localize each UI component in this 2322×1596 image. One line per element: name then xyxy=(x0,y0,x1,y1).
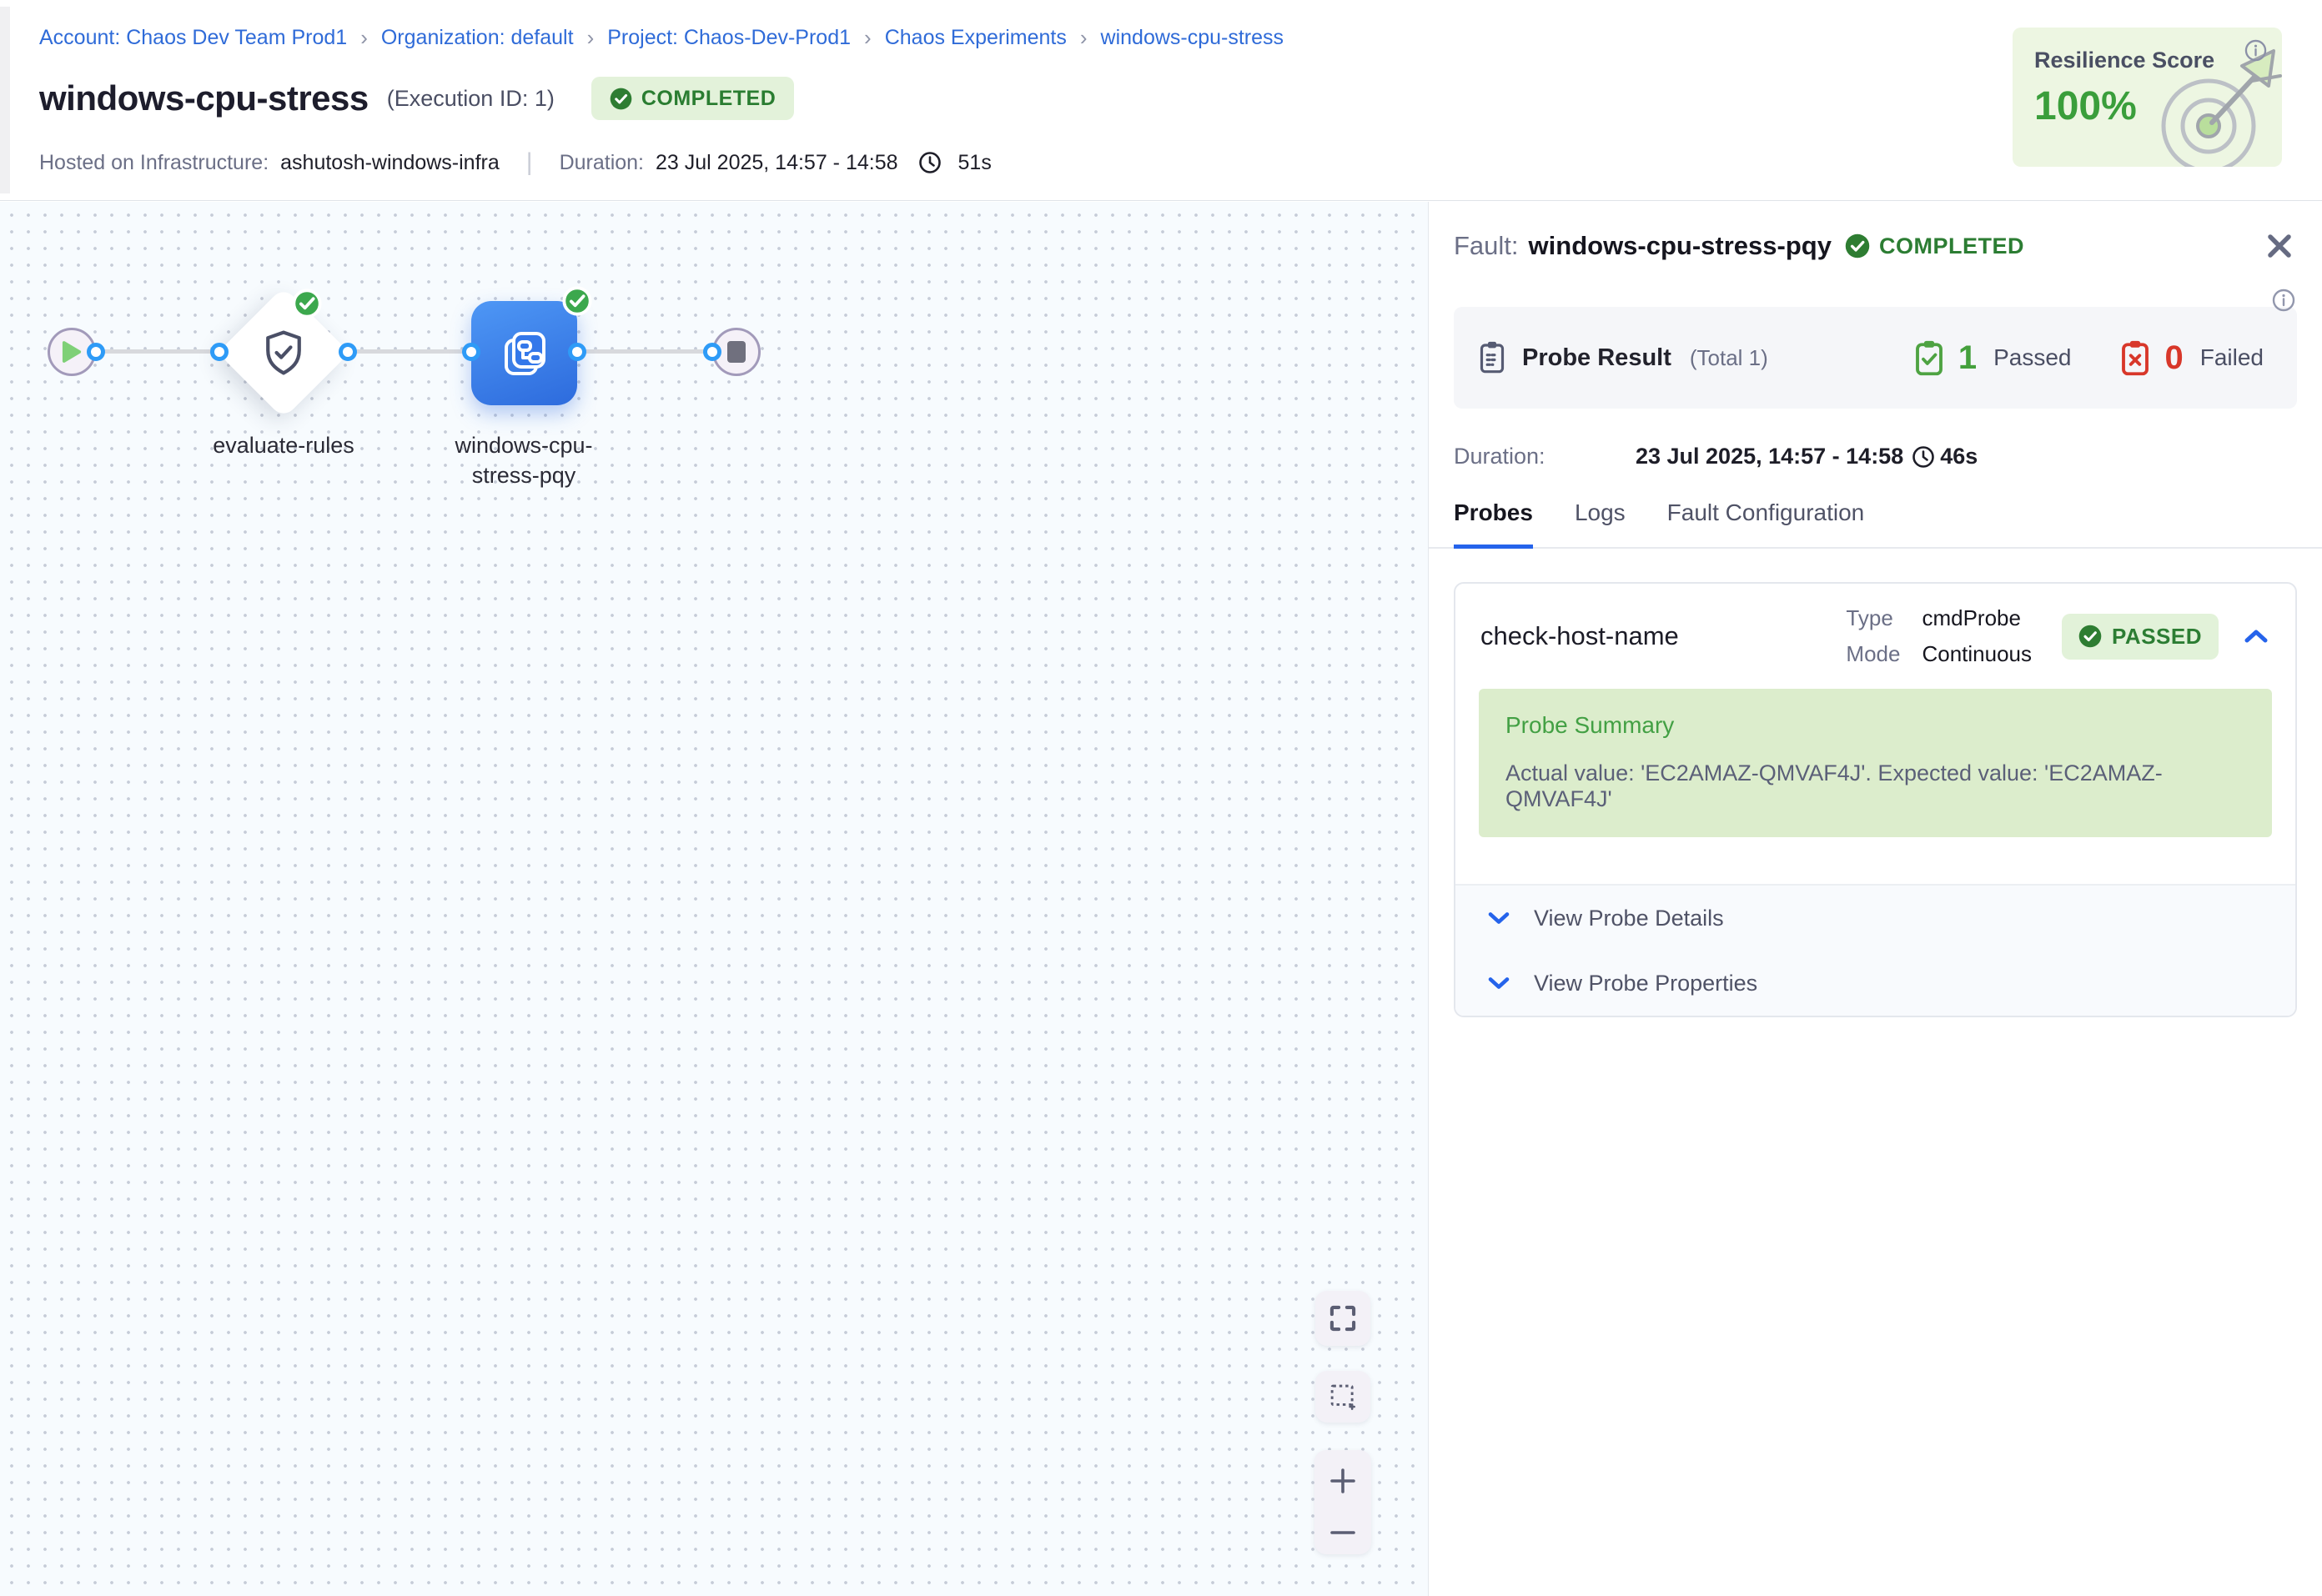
breadcrumb-separator: › xyxy=(1080,25,1088,51)
collapsed-sidebar-edge xyxy=(0,7,10,193)
chevron-up-icon xyxy=(2244,627,2269,645)
breadcrumb-current[interactable]: windows-cpu-stress xyxy=(1101,26,1284,50)
resilience-score-value: 100% xyxy=(2034,83,2260,129)
chaos-fault-icon xyxy=(497,326,552,381)
check-circle-icon xyxy=(2078,625,2102,648)
connector-port xyxy=(339,343,357,361)
info-icon[interactable] xyxy=(2272,289,2295,316)
clipboard-check-icon xyxy=(1912,339,1947,377)
clipboard-x-icon xyxy=(2118,339,2153,377)
page-title: windows-cpu-stress xyxy=(39,78,369,118)
fault-status: COMPLETED xyxy=(1845,233,2024,259)
probe-card: check-host-name TypecmdProbe ModeContinu… xyxy=(1454,582,2297,1017)
probe-result-title: Probe Result xyxy=(1522,344,1671,372)
breadcrumb-separator: › xyxy=(864,25,872,51)
clock-icon xyxy=(1912,445,1935,469)
run-meta: Hosted on Infrastructure: ashutosh-windo… xyxy=(39,148,992,177)
info-icon[interactable] xyxy=(2244,39,2267,66)
pipeline-edge xyxy=(72,349,736,354)
zoom-in-icon[interactable] xyxy=(1329,1467,1357,1495)
duration-value: 23 Jul 2025, 14:57 - 14:58 xyxy=(656,151,898,175)
breadcrumb-separator: › xyxy=(360,25,368,51)
view-probe-properties-toggle[interactable]: View Probe Properties xyxy=(1455,951,2295,1016)
fault-tabs: Probes Logs Fault Configuration xyxy=(1429,499,2322,549)
success-badge-icon xyxy=(291,288,323,319)
tab-probes[interactable]: Probes xyxy=(1454,499,1533,549)
failed-count-group: 0 Failed xyxy=(2118,339,2264,377)
probe-result-summary: Probe Result (Total 1) 1 Passed xyxy=(1454,307,2297,409)
fullscreen-icon xyxy=(1328,1303,1358,1333)
connector-port xyxy=(462,343,480,361)
breadcrumb-account[interactable]: Account: Chaos Dev Team Prod1 xyxy=(39,26,347,50)
breadcrumb-organization[interactable]: Organization: default xyxy=(381,26,574,50)
success-badge-icon xyxy=(561,285,593,317)
stop-icon xyxy=(727,341,746,363)
probe-summary-text: Actual value: 'EC2AMAZ-QMVAF4J'. Expecte… xyxy=(1505,760,2245,812)
clock-icon xyxy=(918,151,942,174)
fullscreen-button[interactable] xyxy=(1315,1291,1370,1346)
shield-check-icon xyxy=(259,328,309,378)
fault-duration-value: 23 Jul 2025, 14:57 - 14:58 xyxy=(1636,444,1903,469)
zoom-out-icon[interactable] xyxy=(1329,1528,1357,1538)
resilience-score-card: Resilience Score 100% xyxy=(2013,28,2282,167)
breadcrumb-chaos-experiments[interactable]: Chaos Experiments xyxy=(885,26,1067,50)
breadcrumb: Account: Chaos Dev Team Prod1 › Organiza… xyxy=(39,25,1284,51)
pipeline-canvas[interactable]: evaluate-rules windows-cpu-stress-pqy xyxy=(0,202,1428,1596)
chaos-experiment-run-page: Account: Chaos Dev Team Prod1 › Organiza… xyxy=(0,0,2322,1596)
connector-port xyxy=(210,343,229,361)
node-evaluate-rules[interactable] xyxy=(218,287,349,419)
marquee-select-icon xyxy=(1327,1382,1359,1412)
fault-duration-elapsed: 46s xyxy=(1940,444,1978,469)
view-probe-details-toggle[interactable]: View Probe Details xyxy=(1455,886,2295,951)
fault-label: Fault: xyxy=(1454,231,1519,261)
connector-port xyxy=(568,343,586,361)
chevron-down-icon xyxy=(1487,975,1510,991)
zoom-controls xyxy=(1314,1450,1371,1554)
close-panel-button[interactable] xyxy=(2262,228,2297,263)
passed-count-group: 1 Passed xyxy=(1912,339,2072,377)
meta-divider: | xyxy=(526,148,533,177)
experiment-status-badge: COMPLETED xyxy=(591,77,794,120)
chevron-down-icon xyxy=(1487,910,1510,926)
fault-details-panel: Fault: windows-cpu-stress-pqy COMPLETED xyxy=(1428,202,2322,1596)
clipboard-icon xyxy=(1475,339,1509,377)
probe-summary: Probe Summary Actual value: 'EC2AMAZ-QMV… xyxy=(1479,689,2272,837)
probe-result-total: (Total 1) xyxy=(1690,345,1768,371)
duration-elapsed: 51s xyxy=(958,151,992,175)
hosted-value: ashutosh-windows-infra xyxy=(280,151,500,175)
play-icon xyxy=(62,340,82,364)
probe-summary-title: Probe Summary xyxy=(1505,712,2245,739)
execution-id: (Execution ID: 1) xyxy=(387,86,555,112)
fault-duration-row: Duration: 23 Jul 2025, 14:57 - 14:58 46s xyxy=(1454,444,2297,469)
hosted-label: Hosted on Infrastructure: xyxy=(39,151,269,175)
tab-fault-configuration[interactable]: Fault Configuration xyxy=(1667,499,1865,549)
marquee-select-button[interactable] xyxy=(1315,1371,1370,1423)
probe-meta: TypecmdProbe ModeContinuous xyxy=(1846,605,2032,667)
check-circle-icon xyxy=(1845,233,1870,258)
duration-label: Duration: xyxy=(560,151,644,175)
page-header: Account: Chaos Dev Team Prod1 › Organiza… xyxy=(0,0,2322,201)
breadcrumb-project[interactable]: Project: Chaos-Dev-Prod1 xyxy=(607,26,851,50)
tab-logs[interactable]: Logs xyxy=(1575,499,1626,549)
probe-status-badge: PASSED xyxy=(2062,614,2219,660)
check-circle-icon xyxy=(610,88,632,110)
node-label-evaluate-rules: evaluate-rules xyxy=(192,430,375,460)
fault-duration-label: Duration: xyxy=(1454,444,1636,469)
collapse-probe-button[interactable] xyxy=(2244,627,2269,645)
fault-name: windows-cpu-stress-pqy xyxy=(1529,231,1832,261)
close-icon xyxy=(2265,232,2294,260)
resilience-score-title: Resilience Score xyxy=(2034,48,2260,73)
probe-name: check-host-name xyxy=(1480,621,1679,651)
breadcrumb-separator: › xyxy=(587,25,595,51)
connector-port xyxy=(87,343,105,361)
probe-expanders: View Probe Details View Probe Properties xyxy=(1455,884,2295,1016)
node-label-windows-cpu-stress-pqy: windows-cpu-stress-pqy xyxy=(432,430,616,490)
connector-port xyxy=(703,343,721,361)
